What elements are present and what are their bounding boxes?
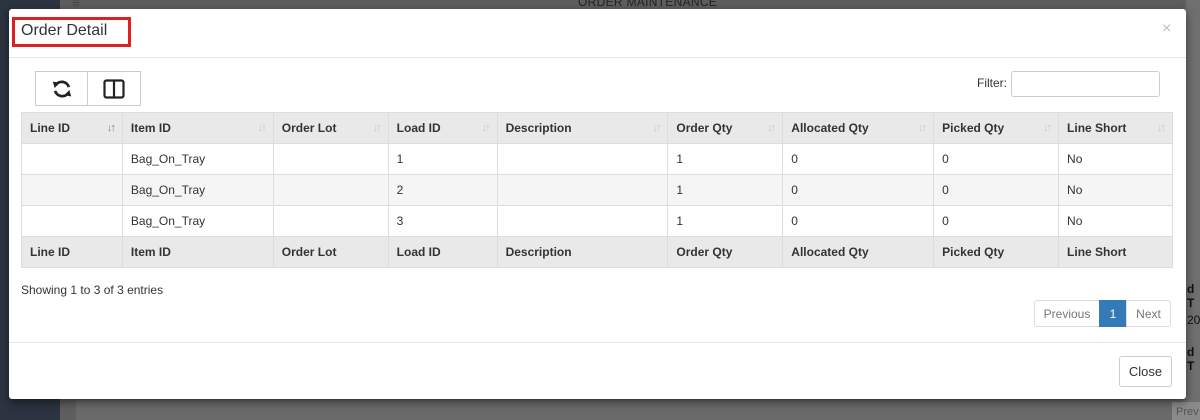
table-cell [272,205,389,237]
column-header-order-qty[interactable]: Order Qty ↓↑ [667,112,784,144]
column-header-label: Load ID [396,121,441,135]
background-bottom-area [76,400,1186,420]
background-previous-button: Prev [1172,402,1200,420]
sort-ascending-icon: ↓↑ [106,122,116,134]
column-header-line-id[interactable]: Line ID ↓↑ [21,112,123,144]
column-header-item-id[interactable]: Item ID ↓↑ [121,112,274,144]
columns-toggle-button[interactable] [88,71,141,106]
table-cell: 0 [933,205,1060,237]
columns-icon [103,78,125,99]
sort-icon: ↓↑ [1157,122,1166,134]
column-header-label: Line Short [1067,121,1127,135]
filter-label: Filter: [977,76,1007,90]
column-header-label: Order Qty [676,121,733,135]
table-cell [496,143,669,175]
column-header-label: Order Lot [281,121,337,135]
background-page-title: ORDER MAINTENANCE [578,0,718,9]
column-header-load-id[interactable]: Load ID ↓↑ [387,112,498,144]
modal-header: Order Detail × [9,9,1186,58]
table-cell: 0 [782,205,935,237]
column-footer-label: Order Qty [667,236,784,268]
column-footer-label: Picked Qty [933,236,1060,268]
background-text-fragment: 20 [1187,313,1200,327]
column-header-order-lot[interactable]: Order Lot ↓↑ [272,112,389,144]
column-header-label: Item ID [130,121,171,135]
table-cell: No [1058,205,1173,237]
table-cell: 2 [387,174,498,206]
next-page-button[interactable]: Next [1126,300,1171,327]
column-header-allocated-qty[interactable]: Allocated Qty ↓↑ [782,112,935,144]
table-cell: 1 [667,143,784,175]
close-icon[interactable]: × [1162,20,1171,38]
table-cell [21,174,123,206]
table-footer-row: Line ID Item ID Order Lot Load ID Descriptio… [21,236,1173,268]
column-footer-label: Allocated Qty [782,236,935,268]
sort-icon: ↓↑ [257,122,267,134]
table-cell [21,205,123,237]
table-cell: Bag_On_Tray [121,205,274,237]
table-cell [21,143,123,175]
pagination: Previous 1 Next [1034,300,1171,327]
sort-icon: ↓↑ [481,122,491,134]
sort-icon: ↓↑ [652,122,661,134]
column-footer-label: Line Short [1058,236,1173,268]
column-footer-label: Item ID [121,236,274,268]
table-row[interactable]: Bag_On_Tray 1 1 0 0 No [21,143,1173,175]
column-header-line-short[interactable]: Line Short ↓↑ [1058,112,1173,144]
sort-icon: ↓↑ [767,122,776,134]
table-toolbar [35,71,141,106]
table-cell: No [1058,174,1173,206]
table-cell: Bag_On_Tray [121,143,274,175]
column-header-label: Picked Qty [942,121,1005,135]
table-cell: 0 [933,174,1060,206]
page-1-button[interactable]: 1 [1099,300,1127,327]
sort-icon: ↓↑ [1043,122,1052,134]
background-text-fragment: d T [1187,345,1195,373]
column-header-picked-qty[interactable]: Picked Qty ↓↑ [933,112,1060,144]
table-cell: 0 [782,143,935,175]
column-header-description[interactable]: Description ↓↑ [496,112,669,144]
table-cell [496,174,669,206]
column-header-label: Description [505,121,572,135]
column-header-label: Line ID [30,121,71,135]
table-body: Bag_On_Tray 1 1 0 0 No Bag_On_Tray 2 1 0 0 No Bag_On… [21,143,1173,237]
close-button[interactable]: Close [1119,356,1172,387]
table-cell [272,143,389,175]
modal-footer: Close [9,342,1186,399]
sort-icon: ↓↑ [918,122,927,134]
column-footer-label: Load ID [387,236,498,268]
table-cell [496,205,669,237]
column-footer-label: Line ID [21,236,123,268]
table-cell: Bag_On_Tray [121,174,274,206]
column-footer-label: Description [496,236,669,268]
refresh-icon [52,80,71,97]
table-cell: 1 [387,143,498,175]
table-row[interactable]: Bag_On_Tray 3 1 0 0 No [21,205,1173,237]
sort-icon: ↓↑ [372,122,382,134]
modal-title: Order Detail [21,22,108,39]
background-text-fragment: d T [1187,282,1195,310]
previous-page-button[interactable]: Previous [1034,300,1100,327]
refresh-button[interactable] [35,71,88,106]
table-cell: 1 [667,205,784,237]
table-cell: 0 [782,174,935,206]
table-cell: 0 [933,143,1060,175]
table-cell: No [1058,143,1173,175]
table-row[interactable]: Bag_On_Tray 2 1 0 0 No [21,174,1173,206]
order-detail-table: Line ID ↓↑ Item ID ↓↑ Order Lot ↓↑ Load ID ↓↑ De… [21,112,1173,268]
table-cell [272,174,389,206]
column-footer-label: Order Lot [272,236,389,268]
table-header-row: Line ID ↓↑ Item ID ↓↑ Order Lot ↓↑ Load ID ↓↑ De… [21,112,1173,144]
entries-info: Showing 1 to 3 of 3 entries [21,283,164,297]
order-detail-modal: Order Detail × Filter: Line ID ↓↑ Item ID ↓… [9,9,1186,399]
table-cell: 3 [387,205,498,237]
column-header-label: Allocated Qty [791,121,869,135]
filter-input[interactable] [1011,71,1160,97]
table-cell: 1 [667,174,784,206]
